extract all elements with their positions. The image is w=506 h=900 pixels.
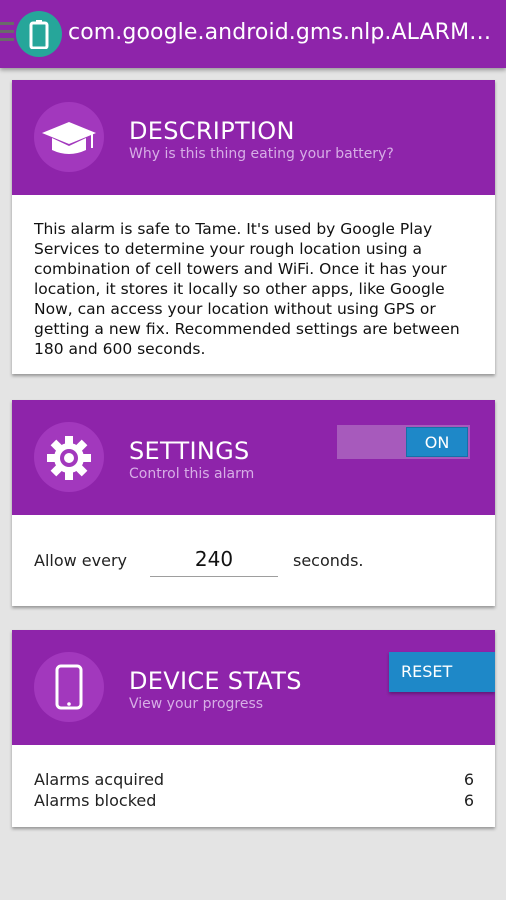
device-stats-title: DEVICE STATS	[129, 667, 302, 695]
interval-input[interactable]: 240	[150, 547, 278, 577]
stat-row-acquired: Alarms acquired 6	[34, 770, 474, 789]
allow-every-label: Allow every	[34, 551, 127, 570]
battery-icon[interactable]	[16, 11, 62, 57]
app-title: com.google.android.gms.nlp.ALARM_WAKEUP_…	[68, 20, 500, 45]
toggle-on-label[interactable]: ON	[406, 427, 468, 457]
gear-icon	[34, 422, 104, 492]
description-text: This alarm is safe to Tame. It's used by…	[34, 220, 460, 358]
stat-value: 6	[463, 770, 474, 789]
device-stats-header: DEVICE STATS View your progress RESET	[12, 630, 495, 745]
device-stats-subtitle: View your progress	[129, 696, 264, 712]
action-bar: com.google.android.gms.nlp.ALARM_WAKEUP_…	[0, 0, 506, 68]
settings-header: SETTINGS Control this alarm ON	[12, 400, 495, 515]
menu-icon[interactable]	[0, 22, 14, 46]
settings-card: SETTINGS Control this alarm ON Allow eve…	[12, 400, 495, 606]
stat-row-blocked: Alarms blocked 6	[34, 791, 474, 810]
description-title: DESCRIPTION	[129, 117, 295, 145]
description-header: DESCRIPTION Why is this thing eating you…	[12, 80, 495, 195]
description-subtitle: Why is this thing eating your battery?	[129, 146, 394, 162]
settings-title: SETTINGS	[129, 437, 250, 465]
stat-label: Alarms acquired	[34, 770, 165, 789]
reset-button[interactable]: RESET	[389, 652, 495, 692]
seconds-label: seconds.	[293, 551, 364, 570]
description-card: DESCRIPTION Why is this thing eating you…	[12, 80, 495, 374]
alarm-toggle[interactable]: ON	[337, 425, 470, 459]
settings-body: Allow every 240 seconds.	[12, 515, 495, 605]
stat-value: 6	[463, 791, 474, 810]
device-stats-card: DEVICE STATS View your progress RESET Al…	[12, 630, 495, 827]
stat-label: Alarms blocked	[34, 791, 157, 810]
graduation-cap-icon	[34, 102, 104, 172]
phone-icon	[34, 652, 104, 722]
stats-body: Alarms acquired 6 Alarms blocked 6	[12, 745, 495, 827]
settings-subtitle: Control this alarm	[129, 466, 255, 482]
